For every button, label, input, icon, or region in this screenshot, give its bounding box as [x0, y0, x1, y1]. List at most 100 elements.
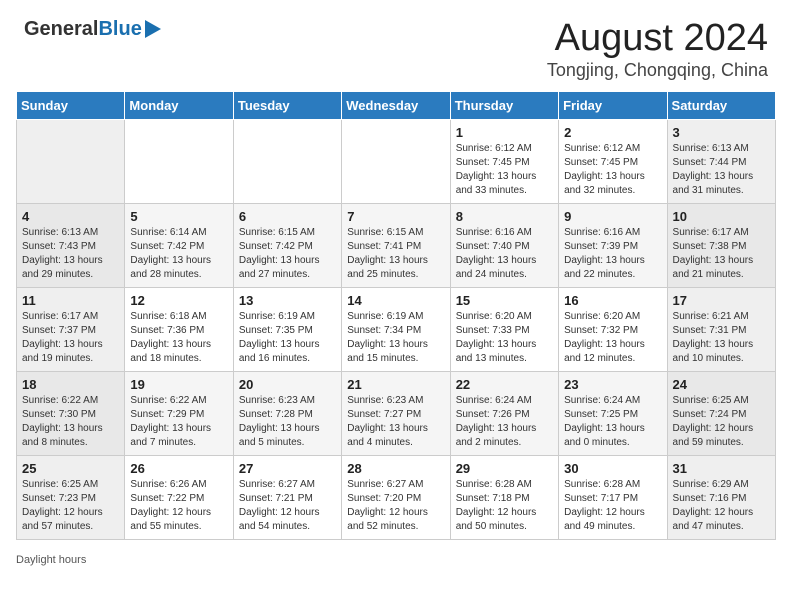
- day-info: Sunrise: 6:20 AMSunset: 7:33 PMDaylight:…: [456, 310, 553, 366]
- weekday-header-row: SundayMondayTuesdayWednesdayThursdayFrid…: [17, 91, 776, 119]
- calendar-day-cell: 13 Sunrise: 6:19 AMSunset: 7:35 PMDayligh…: [233, 287, 341, 371]
- day-number: 15: [456, 293, 553, 308]
- location-title: Tongjing, Chongqing, China: [547, 60, 768, 81]
- calendar-day-cell: 21Sunrise: 6:23 AMSunset: 7:27 PMDayligh…: [342, 371, 450, 455]
- calendar-day-cell: 24Sunrise: 6:25 AMSunset: 7:24 PMDayligh…: [667, 371, 775, 455]
- day-number: 24: [673, 377, 770, 392]
- calendar-day-cell: 12 Sunrise: 6:18 AMSunset: 7:36 PMDayligh…: [125, 287, 233, 371]
- weekday-header-cell: Saturday: [667, 91, 775, 119]
- day-number: 13: [239, 293, 336, 308]
- day-info: Sunrise: 6:28 AMSunset: 7:18 PMDaylight:…: [456, 478, 553, 534]
- day-info: Sunrise: 6:13 AMSunset: 7:43 PMDaylight:…: [22, 226, 119, 282]
- calendar-day-cell: 14 Sunrise: 6:19 AMSunset: 7:34 PMDayligh…: [342, 287, 450, 371]
- weekday-header-cell: Tuesday: [233, 91, 341, 119]
- day-number: 30: [564, 461, 661, 476]
- day-info: Sunrise: 6:18 AMSunset: 7:36 PMDaylight:…: [130, 310, 227, 366]
- weekday-header-cell: Monday: [125, 91, 233, 119]
- month-year-title: August 2024: [547, 18, 768, 60]
- day-number: 26: [130, 461, 227, 476]
- day-info: Sunrise: 6:19 AMSunset: 7:35 PMDaylight:…: [239, 310, 336, 366]
- day-info: Sunrise: 6:17 AMSunset: 7:38 PMDaylight:…: [673, 226, 770, 282]
- day-info: Sunrise: 6:19 AMSunset: 7:34 PMDaylight:…: [347, 310, 444, 366]
- day-info: Sunrise: 6:24 AMSunset: 7:26 PMDaylight:…: [456, 394, 553, 450]
- calendar-container: SundayMondayTuesdayWednesdayThursdayFrid…: [0, 91, 792, 550]
- calendar-day-cell: 16 Sunrise: 6:20 AMSunset: 7:32 PMDayligh…: [559, 287, 667, 371]
- day-number: 9: [564, 209, 661, 224]
- day-info: Sunrise: 6:21 AMSunset: 7:31 PMDaylight:…: [673, 310, 770, 366]
- day-number: 12: [130, 293, 227, 308]
- calendar-day-cell: 28 Sunrise: 6:27 AMSunset: 7:20 PMDayligh…: [342, 455, 450, 539]
- day-info: Sunrise: 6:20 AMSunset: 7:32 PMDaylight:…: [564, 310, 661, 366]
- day-number: 2: [564, 125, 661, 140]
- day-number: 23: [564, 377, 661, 392]
- calendar-day-cell: 11Sunrise: 6:17 AMSunset: 7:37 PMDayligh…: [17, 287, 125, 371]
- day-info: Sunrise: 6:26 AMSunset: 7:22 PMDaylight:…: [130, 478, 227, 534]
- day-info: Sunrise: 6:24 AMSunset: 7:25 PMDaylight:…: [564, 394, 661, 450]
- day-info: Sunrise: 6:13 AMSunset: 7:44 PMDaylight:…: [673, 142, 770, 198]
- logo-blue-text: Blue: [98, 18, 141, 41]
- day-number: 22: [456, 377, 553, 392]
- day-number: 4: [22, 209, 119, 224]
- day-number: 10: [673, 209, 770, 224]
- header: General Blue August 2024 Tongjing, Chong…: [0, 0, 792, 91]
- day-number: 5: [130, 209, 227, 224]
- calendar-week-row: 18 Sunrise: 6:22 AMSunset: 7:30 PMDayligh…: [17, 371, 776, 455]
- calendar-day-cell: 15 Sunrise: 6:20 AMSunset: 7:33 PMDayligh…: [450, 287, 558, 371]
- calendar-day-cell: 8 Sunrise: 6:16 AMSunset: 7:40 PMDaylight…: [450, 203, 558, 287]
- daylight-label: Daylight hours: [16, 554, 86, 566]
- footer: Daylight hours: [0, 550, 792, 574]
- day-info: Sunrise: 6:12 AMSunset: 7:45 PMDaylight:…: [456, 142, 553, 198]
- calendar-day-cell: 23 Sunrise: 6:24 AMSunset: 7:25 PMDayligh…: [559, 371, 667, 455]
- calendar-day-cell: 31 Sunrise: 6:29 AMSunset: 7:16 PMDayligh…: [667, 455, 775, 539]
- day-info: Sunrise: 6:22 AMSunset: 7:30 PMDaylight:…: [22, 394, 119, 450]
- day-number: 27: [239, 461, 336, 476]
- day-info: Sunrise: 6:25 AMSunset: 7:23 PMDaylight:…: [22, 478, 119, 534]
- day-info: Sunrise: 6:15 AMSunset: 7:41 PMDaylight:…: [347, 226, 444, 282]
- calendar-day-cell: [17, 119, 125, 203]
- day-number: 16: [564, 293, 661, 308]
- calendar-week-row: 1Sunrise: 6:12 AMSunset: 7:45 PMDaylight…: [17, 119, 776, 203]
- calendar-day-cell: 25 Sunrise: 6:25 AMSunset: 7:23 PMDayligh…: [17, 455, 125, 539]
- weekday-header-cell: Thursday: [450, 91, 558, 119]
- day-info: Sunrise: 6:15 AMSunset: 7:42 PMDaylight:…: [239, 226, 336, 282]
- day-number: 6: [239, 209, 336, 224]
- day-number: 21: [347, 377, 444, 392]
- day-number: 20: [239, 377, 336, 392]
- weekday-header-cell: Sunday: [17, 91, 125, 119]
- calendar-week-row: 4 Sunrise: 6:13 AMSunset: 7:43 PMDaylight…: [17, 203, 776, 287]
- calendar-day-cell: 6 Sunrise: 6:15 AMSunset: 7:42 PMDaylight…: [233, 203, 341, 287]
- calendar-day-cell: 1Sunrise: 6:12 AMSunset: 7:45 PMDaylight…: [450, 119, 558, 203]
- calendar-day-cell: 19 Sunrise: 6:22 AMSunset: 7:29 PMDayligh…: [125, 371, 233, 455]
- calendar-day-cell: 9 Sunrise: 6:16 AMSunset: 7:39 PMDaylight…: [559, 203, 667, 287]
- calendar-day-cell: 17 Sunrise: 6:21 AMSunset: 7:31 PMDayligh…: [667, 287, 775, 371]
- day-number: 8: [456, 209, 553, 224]
- calendar-day-cell: 5Sunrise: 6:14 AMSunset: 7:42 PMDaylight…: [125, 203, 233, 287]
- day-info: Sunrise: 6:16 AMSunset: 7:39 PMDaylight:…: [564, 226, 661, 282]
- weekday-header-cell: Friday: [559, 91, 667, 119]
- day-info: Sunrise: 6:12 AMSunset: 7:45 PMDaylight:…: [564, 142, 661, 198]
- calendar-day-cell: 3Sunrise: 6:13 AMSunset: 7:44 PMDaylight…: [667, 119, 775, 203]
- calendar-day-cell: 26 Sunrise: 6:26 AMSunset: 7:22 PMDayligh…: [125, 455, 233, 539]
- day-number: 31: [673, 461, 770, 476]
- day-number: 14: [347, 293, 444, 308]
- day-info: Sunrise: 6:17 AMSunset: 7:37 PMDaylight:…: [22, 310, 119, 366]
- calendar-week-row: 25 Sunrise: 6:25 AMSunset: 7:23 PMDayligh…: [17, 455, 776, 539]
- day-info: Sunrise: 6:16 AMSunset: 7:40 PMDaylight:…: [456, 226, 553, 282]
- logo-arrow-icon: [145, 20, 161, 38]
- day-number: 7: [347, 209, 444, 224]
- calendar-day-cell: 20Sunrise: 6:23 AMSunset: 7:28 PMDayligh…: [233, 371, 341, 455]
- day-info: Sunrise: 6:27 AMSunset: 7:21 PMDaylight:…: [239, 478, 336, 534]
- calendar-day-cell: 29 Sunrise: 6:28 AMSunset: 7:18 PMDayligh…: [450, 455, 558, 539]
- day-number: 19: [130, 377, 227, 392]
- day-info: Sunrise: 6:27 AMSunset: 7:20 PMDaylight:…: [347, 478, 444, 534]
- day-number: 25: [22, 461, 119, 476]
- day-number: 28: [347, 461, 444, 476]
- calendar-day-cell: 18 Sunrise: 6:22 AMSunset: 7:30 PMDayligh…: [17, 371, 125, 455]
- calendar-day-cell: 7 Sunrise: 6:15 AMSunset: 7:41 PMDaylight…: [342, 203, 450, 287]
- calendar-day-cell: [125, 119, 233, 203]
- day-info: Sunrise: 6:22 AMSunset: 7:29 PMDaylight:…: [130, 394, 227, 450]
- day-number: 17: [673, 293, 770, 308]
- day-info: Sunrise: 6:29 AMSunset: 7:16 PMDaylight:…: [673, 478, 770, 534]
- day-number: 29: [456, 461, 553, 476]
- day-number: 18: [22, 377, 119, 392]
